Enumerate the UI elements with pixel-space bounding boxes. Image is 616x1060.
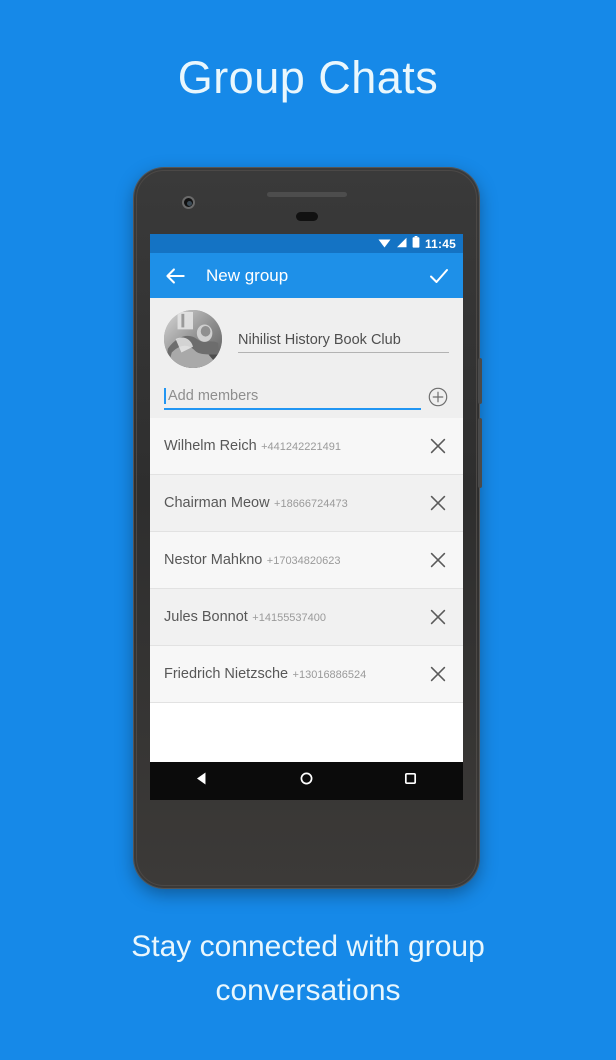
group-header-section: Nihilist History Book Club Add members [150,298,463,418]
wifi-icon [378,235,391,253]
phone-device-frame: 11:45 New group Nihilist History Book Cl… [134,168,482,888]
member-name: Friedrich Nietzsche [164,665,289,682]
member-info: Jules Bonnot +14155537400 [164,608,427,626]
promo-screenshot: Group Chats 11:45 New group Nihilist His… [0,0,616,1060]
member-phone: +441242221491 [261,440,341,453]
close-icon[interactable] [427,663,449,685]
group-name-field[interactable]: Nihilist History Book Club [238,331,449,353]
member-phone: +14155537400 [252,611,327,624]
group-photo-avatar[interactable] [164,310,222,368]
table-row[interactable]: Nestor Mahkno +17034820623 [150,532,463,589]
member-info: Chairman Meow +18666724473 [164,494,427,512]
promo-caption-line-1: Stay connected with group [131,930,485,963]
close-icon[interactable] [427,606,449,628]
promo-headline: Group Chats [177,52,439,103]
android-navigation-bar [150,762,463,800]
check-icon[interactable] [427,264,451,288]
close-icon[interactable] [427,435,449,457]
table-row[interactable]: Wilhelm Reich +441242221491 [150,418,463,475]
status-bar: 11:45 [150,234,463,253]
phone-screen: 11:45 New group Nihilist History Book Cl… [150,234,463,762]
group-name-row: Nihilist History Book Club [164,310,449,368]
close-icon[interactable] [427,549,449,571]
arrow-back-icon[interactable] [162,263,188,289]
member-info: Friedrich Nietzsche +13016886524 [164,665,427,683]
member-phone: +18666724473 [274,497,348,510]
member-phone: +13016886524 [292,668,367,681]
group-name-value: Nihilist History Book Club [238,332,401,348]
member-name: Chairman Meow [164,494,270,511]
app-bar: New group [150,253,463,298]
table-row[interactable]: Chairman Meow +18666724473 [150,475,463,532]
member-name: Jules Bonnot [164,608,248,625]
app-bar-title: New group [206,265,289,285]
earpiece-speaker-icon [266,192,347,197]
member-info: Wilhelm Reich +441242221491 [164,437,427,455]
add-members-row: Add members [164,386,449,410]
battery-icon [412,235,420,253]
close-icon[interactable] [427,492,449,514]
add-circle-icon[interactable] [427,386,449,408]
add-members-input[interactable]: Add members [164,387,421,410]
nav-back-triangle-icon[interactable] [194,770,211,792]
table-row[interactable]: Friedrich Nietzsche +13016886524 [150,646,463,703]
text-caret [164,388,166,404]
nav-recents-square-icon[interactable] [402,770,419,792]
member-info: Nestor Mahkno +17034820623 [164,551,427,569]
promo-caption: Stay connected with group conversations [0,925,616,1013]
member-name: Wilhelm Reich [164,437,257,454]
add-members-placeholder: Add members [168,388,259,404]
front-camera-icon [182,196,195,209]
signal-icon [396,235,407,253]
nav-home-circle-icon[interactable] [298,770,315,792]
promo-caption-line-2: conversations [215,974,401,1007]
member-name: Nestor Mahkno [164,551,263,568]
member-list: Wilhelm Reich +441242221491 Chairman Meo… [150,418,463,703]
member-phone: +17034820623 [266,554,341,567]
volume-button[interactable] [478,418,482,488]
proximity-sensor-icon [295,212,318,221]
power-button[interactable] [478,358,482,404]
table-row[interactable]: Jules Bonnot +14155537400 [150,589,463,646]
status-bar-time: 11:45 [424,236,456,251]
